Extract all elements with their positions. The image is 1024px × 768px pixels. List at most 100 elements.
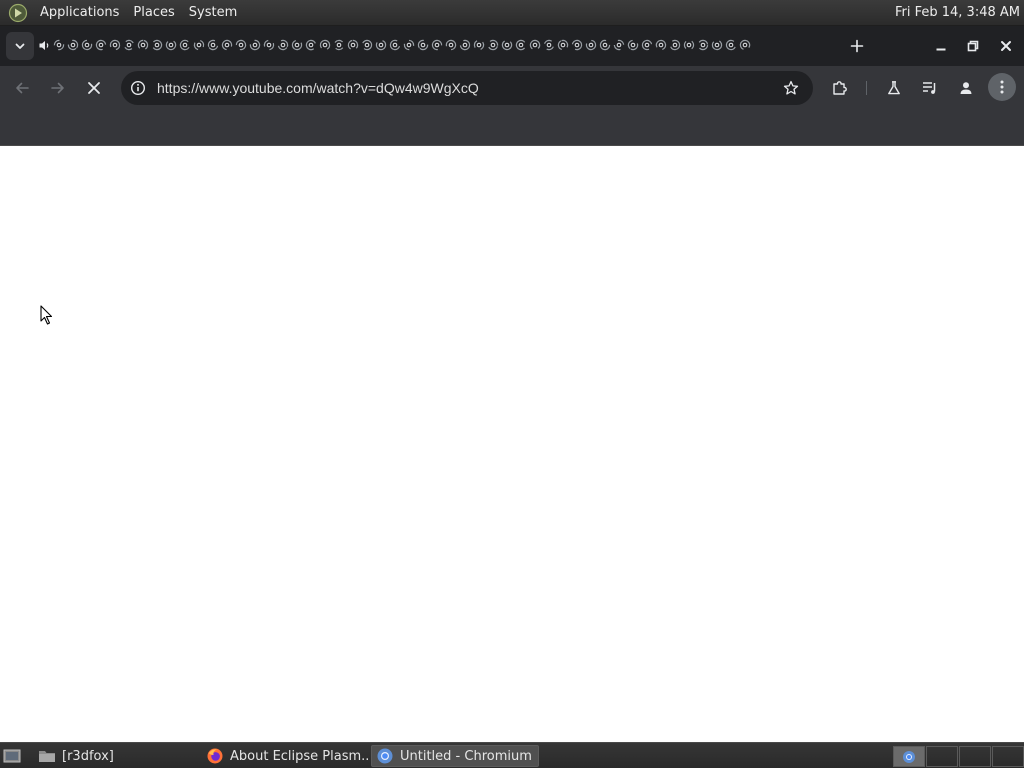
tab[interactable] — [626, 34, 639, 56]
tab[interactable] — [234, 34, 247, 56]
tab[interactable] — [206, 34, 219, 56]
loading-spinner-icon — [67, 39, 78, 51]
forward-button[interactable] — [46, 76, 70, 100]
tab[interactable] — [332, 34, 345, 56]
tab-search-button[interactable] — [6, 32, 34, 60]
tab[interactable] — [388, 34, 401, 56]
labs-button[interactable] — [882, 76, 906, 100]
minimize-icon — [936, 48, 946, 51]
desktop-icon — [3, 749, 21, 763]
tab[interactable] — [192, 34, 205, 56]
tab[interactable] — [150, 34, 163, 56]
tab[interactable] — [570, 34, 583, 56]
loading-spinner-icon — [263, 39, 274, 51]
applications-menu[interactable]: Applications — [33, 5, 126, 20]
tab[interactable] — [38, 34, 51, 56]
tab[interactable] — [710, 34, 723, 56]
tab[interactable] — [654, 34, 667, 56]
workspace-4[interactable] — [992, 746, 1024, 767]
maximize-button[interactable] — [962, 35, 984, 57]
url-text[interactable]: https://www.youtube.com/watch?v=dQw4w9Wg… — [157, 71, 479, 105]
taskbar-item-label: [r3dfox] — [62, 748, 114, 764]
tab[interactable] — [374, 34, 387, 56]
tab[interactable] — [486, 34, 499, 56]
tab[interactable] — [598, 34, 611, 56]
tab[interactable] — [248, 34, 261, 56]
workspace-2[interactable] — [926, 746, 958, 767]
taskbar-item-firefox[interactable]: About Eclipse Plasm... — [202, 745, 368, 767]
site-info-button[interactable] — [129, 79, 147, 97]
tab[interactable] — [528, 34, 541, 56]
tab[interactable] — [668, 34, 681, 56]
clock[interactable]: Fri Feb 14, 3:48 AM — [895, 5, 1020, 20]
taskbar-item-chromium[interactable]: Untitled - Chromium — [371, 745, 539, 767]
distro-logo-icon[interactable] — [8, 3, 28, 23]
bookmark-star-button[interactable] — [781, 78, 801, 98]
tab[interactable] — [430, 34, 443, 56]
tab[interactable] — [724, 34, 737, 56]
address-bar[interactable]: https://www.youtube.com/watch?v=dQw4w9Wg… — [121, 71, 813, 105]
places-menu[interactable]: Places — [126, 5, 181, 20]
stop-loading-button[interactable] — [82, 76, 106, 100]
loading-spinner-icon — [207, 39, 218, 51]
workspace-3[interactable] — [959, 746, 991, 767]
extensions-button[interactable] — [828, 76, 852, 100]
system-menu[interactable]: System — [182, 5, 244, 20]
tab[interactable] — [290, 34, 303, 56]
tab[interactable] — [640, 34, 653, 56]
tab[interactable] — [402, 34, 415, 56]
taskbar-item-file-manager[interactable]: [r3dfox] — [34, 745, 198, 767]
tab[interactable] — [416, 34, 429, 56]
loading-spinner-icon — [697, 39, 708, 51]
tab[interactable] — [80, 34, 93, 56]
loading-spinner-icon — [165, 39, 176, 51]
show-desktop-button[interactable] — [2, 747, 22, 765]
tab[interactable] — [542, 34, 555, 56]
tab[interactable] — [262, 34, 275, 56]
profile-button[interactable] — [954, 76, 978, 100]
loading-spinner-icon — [473, 39, 484, 51]
tab[interactable] — [556, 34, 569, 56]
workspace-1[interactable] — [893, 746, 925, 767]
taskbar-item-label: About Eclipse Plasm... — [230, 748, 368, 764]
tab[interactable] — [612, 34, 625, 56]
tab[interactable] — [164, 34, 177, 56]
tab[interactable] — [94, 34, 107, 56]
tab[interactable] — [178, 34, 191, 56]
tab[interactable] — [122, 34, 135, 56]
loading-spinner-icon — [557, 39, 568, 51]
tab[interactable] — [220, 34, 233, 56]
tab[interactable] — [52, 34, 65, 56]
tab[interactable] — [472, 34, 485, 56]
tab[interactable] — [318, 34, 331, 56]
minimize-button[interactable] — [930, 35, 952, 57]
web-page-viewport[interactable] — [0, 146, 1024, 742]
tab[interactable] — [682, 34, 695, 56]
back-button[interactable] — [10, 76, 34, 100]
tab[interactable] — [514, 34, 527, 56]
tab[interactable] — [304, 34, 317, 56]
tab[interactable] — [458, 34, 471, 56]
tab[interactable] — [738, 34, 751, 56]
tab[interactable] — [346, 34, 359, 56]
loading-spinner-icon — [487, 39, 498, 51]
media-controls-button[interactable] — [918, 76, 942, 100]
tab[interactable] — [66, 34, 79, 56]
tab[interactable] — [584, 34, 597, 56]
person-icon — [960, 82, 972, 94]
loading-spinner-icon — [529, 39, 540, 51]
tab[interactable] — [696, 34, 709, 56]
loading-spinner-icon — [515, 39, 526, 51]
tab[interactable] — [360, 34, 373, 56]
new-tab-button[interactable] — [846, 35, 868, 57]
tab[interactable] — [444, 34, 457, 56]
tab[interactable] — [108, 34, 121, 56]
loading-spinner-icon — [739, 39, 750, 51]
close-window-button[interactable] — [995, 35, 1017, 57]
tab[interactable] — [136, 34, 149, 56]
tab[interactable] — [500, 34, 513, 56]
folder-icon — [38, 747, 56, 765]
browser-menu-button[interactable] — [988, 73, 1016, 101]
loading-spinner-icon — [347, 39, 358, 51]
tab[interactable] — [276, 34, 289, 56]
